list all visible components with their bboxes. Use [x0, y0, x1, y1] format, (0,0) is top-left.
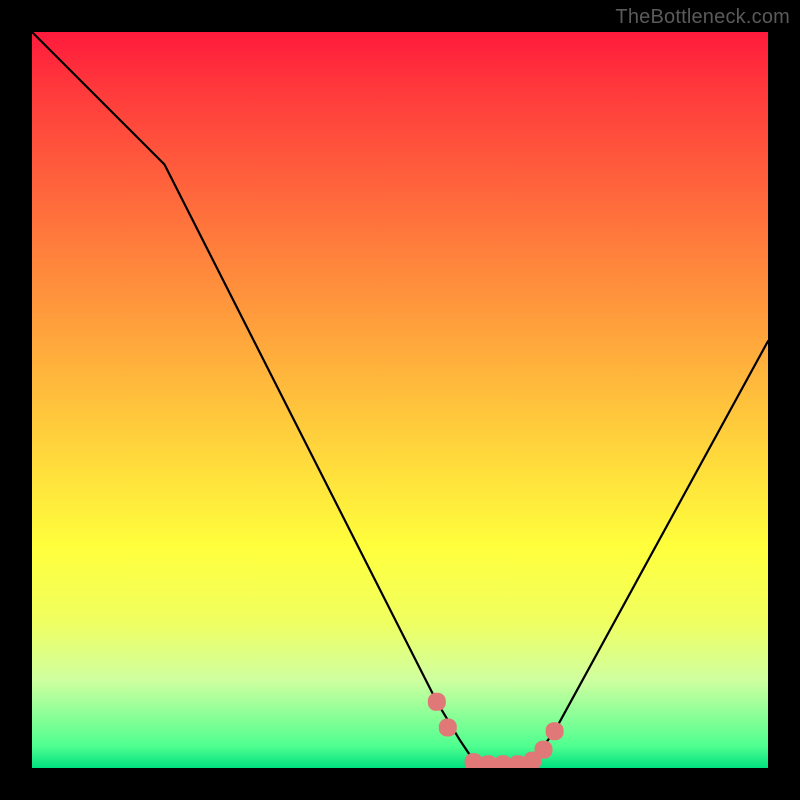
marker-dot — [428, 693, 446, 711]
watermark-text: TheBottleneck.com — [615, 6, 790, 29]
marker-dot — [546, 722, 564, 740]
marker-dot — [439, 719, 457, 737]
marker-dot — [535, 741, 553, 759]
optimal-region-dots — [428, 693, 564, 768]
chart-overlay — [32, 32, 768, 768]
chart-frame: TheBottleneck.com — [0, 0, 800, 800]
bottleneck-curve — [32, 32, 768, 768]
